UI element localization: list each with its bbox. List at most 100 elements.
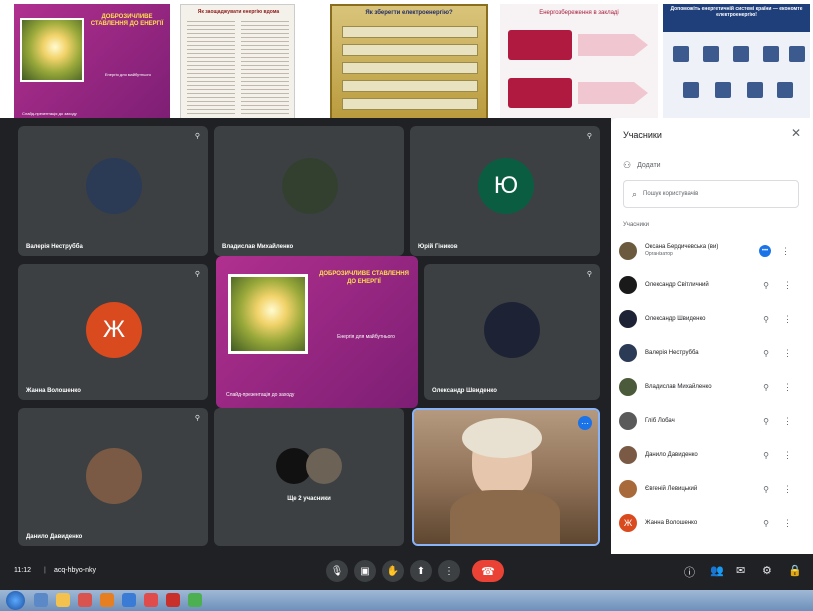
more-vert-icon[interactable]: ⋮ [783,280,792,291]
participant-row[interactable]: Євгеній Левицький ⚲ ⋮ [619,474,805,504]
appliance-icon [777,82,793,98]
lock-icon[interactable]: 🔒 [788,564,802,577]
appliance-icon [703,46,719,62]
mic-off-icon[interactable]: ⚲ [759,383,773,392]
taskbar-app-icon[interactable] [78,593,92,607]
present-icon[interactable]: ⬆ [410,560,432,582]
more-vert-icon[interactable]: ⋮ [783,348,792,359]
more-vert-icon[interactable]: ⋮ [783,518,792,529]
slide-thumbnail-1[interactable]: ДОБРОЗИЧЛИВЕ СТАВЛЕННЯ ДО ЕНЕРГІЇ Енергі… [14,4,170,124]
more-vert-icon[interactable]: ⋮ [783,416,792,427]
participant-row[interactable]: Данило Давиденко ⚲ ⋮ [619,440,805,470]
participant-row[interactable]: Владислав Михайленко ⚲ ⋮ [619,372,805,402]
participant-name: Данило Давиденко [645,451,698,458]
more-vert-icon[interactable]: ⋮ [783,382,792,393]
taskbar-app-icon[interactable] [100,593,114,607]
mic-off-icon[interactable]: ⚲ [759,451,773,460]
info-icon[interactable]: ⓘ [684,564,695,580]
participant-row[interactable]: Оксана Бердичевська (ви) Організатор •••… [619,236,805,266]
taskbar-app-icon[interactable] [34,593,48,607]
mic-off-icon[interactable]: ⚲ [759,349,773,358]
mic-off-icon[interactable]: ⚲ [759,281,773,290]
presentation-tile[interactable]: ДОБРОЗИЧЛИВЕ СТАВЛЕННЯ ДО ЕНЕРГІЇ Енергі… [216,256,418,408]
meet-screen: ДОБРОЗИЧЛИВЕ СТАВЛЕННЯ ДО ЕНЕРГІЇ Енергі… [0,0,813,611]
chat-icon[interactable]: ✉ [736,564,745,577]
taskbar-app-icon[interactable] [188,593,202,607]
more-vert-icon[interactable]: ⋮ [781,246,790,257]
mic-off-icon: ⚲ [586,271,592,278]
others-tile[interactable]: Ще 2 учасники [214,408,404,546]
participant-tile[interactable]: ⚲ Ю Юрій Гіников [410,126,600,256]
participant-name: Олександр Швиденко [432,388,497,394]
people-icon[interactable]: 👥 [710,564,724,577]
taskbar-app-icon[interactable] [122,593,136,607]
slide-thumbnail-4[interactable]: Енергозбереження в закладі [500,4,658,124]
os-taskbar [0,590,813,611]
participant-tile[interactable]: ⚲ Олександр Швиденко [424,264,600,400]
speaking-indicator-icon: ••• [759,245,771,257]
participant-tile[interactable]: ⚲ Ж Жанна Волошенко [18,264,208,400]
presentation-subtitle: Енергія для майбутнього [337,334,395,340]
participant-tile[interactable]: ⚲ Данило Давиденко [18,408,208,546]
slide-thumbnail-3[interactable]: Як зберегти електроенергію? [330,4,488,124]
more-options-icon[interactable]: ⋯ [578,416,592,430]
avatar [86,448,142,504]
end-call-icon[interactable]: ☎ [472,560,504,582]
taskbar-app-icon[interactable] [144,593,158,607]
participant-tile[interactable]: Владислав Михайленко [214,126,404,256]
participant-row[interactable]: Ж Жанна Волошенко ⚲ ⋮ [619,508,805,538]
participant-name: Валерія Неструбба [645,349,699,356]
participant-row[interactable]: Олександр Світличний ⚲ ⋮ [619,270,805,300]
avatar [619,480,637,498]
appliance-icon [673,46,689,62]
video-grid: ⚲ Валерія Неструбба Владислав Михайленко… [0,118,611,554]
hair-shape [462,418,542,458]
mic-off-icon[interactable]: ⚲ [759,315,773,324]
slide-thumbnail-2[interactable]: Як заощаджувати енергію вдома [180,4,295,124]
mic-off-icon[interactable]: ⚲ [759,519,773,528]
avatar: Ю [478,158,534,214]
participant-name: Євгеній Левицький [645,485,698,492]
participant-name: Олександр Швиденко [645,315,706,322]
participant-row[interactable]: Гліб Лобач ⚲ ⋮ [619,406,805,436]
search-placeholder: Пошук користувачів [643,191,699,197]
slide-subtitle: Енергія для майбутнього [104,72,152,77]
presentation-strip: ДОБРОЗИЧЛИВЕ СТАВЛЕННЯ ДО ЕНЕРГІЇ Енергі… [0,0,813,126]
activities-icon[interactable]: ⚙ [762,564,772,577]
participant-tile[interactable]: ⚲ Валерія Неструбба [18,126,208,256]
mic-icon[interactable]: 🎙 [326,560,348,582]
slide-row [342,98,478,110]
mic-off-icon: ⚲ [194,271,200,278]
participant-row[interactable]: Валерія Неструбба ⚲ ⋮ [619,338,805,368]
captions-icon[interactable]: ▣ [354,560,376,582]
participant-row[interactable]: Олександр Швиденко ⚲ ⋮ [619,304,805,334]
taskbar-app-icon[interactable] [56,593,70,607]
shoulders-shape [450,490,560,544]
slide-thumbnail-5[interactable]: Допоможіть енергетичній системі країни —… [663,4,810,124]
more-vert-icon[interactable]: ⋮ [783,450,792,461]
arrow-shape [578,82,648,104]
meeting-control-bar: 11:12 | acq-hbyo-nky 🎙 ▣ ✋ ⬆ ⋮ ☎ ⓘ 👥 ✉ ⚙… [0,554,813,590]
start-button-icon[interactable] [6,591,25,610]
close-icon[interactable]: ✕ [791,126,801,140]
self-video-tile[interactable]: ⋯ [412,408,600,546]
participant-name: Гліб Лобач [645,417,675,424]
participant-name: Олександр Світличний [645,281,709,288]
lightbulb-image [228,274,308,354]
avatar [619,242,637,260]
separator: | [44,567,46,574]
taskbar-app-icon[interactable] [166,593,180,607]
more-icon[interactable]: ⋮ [438,560,460,582]
text-column [241,21,289,117]
add-people-button[interactable]: ⚇ Додати [623,160,661,171]
presentation-title: ДОБРОЗИЧЛИВЕ СТАВЛЕННЯ ДО ЕНЕРГІЇ [319,271,409,285]
more-vert-icon[interactable]: ⋮ [783,314,792,325]
participant-name: Валерія Неструбба [26,244,83,250]
participant-name: Владислав Михайленко [222,244,294,250]
raise-hand-icon[interactable]: ✋ [382,560,404,582]
avatar [619,412,637,430]
search-field[interactable]: ⌕ Пошук користувачів [623,180,799,208]
more-vert-icon[interactable]: ⋮ [783,484,792,495]
mic-off-icon[interactable]: ⚲ [759,485,773,494]
mic-off-icon[interactable]: ⚲ [759,417,773,426]
